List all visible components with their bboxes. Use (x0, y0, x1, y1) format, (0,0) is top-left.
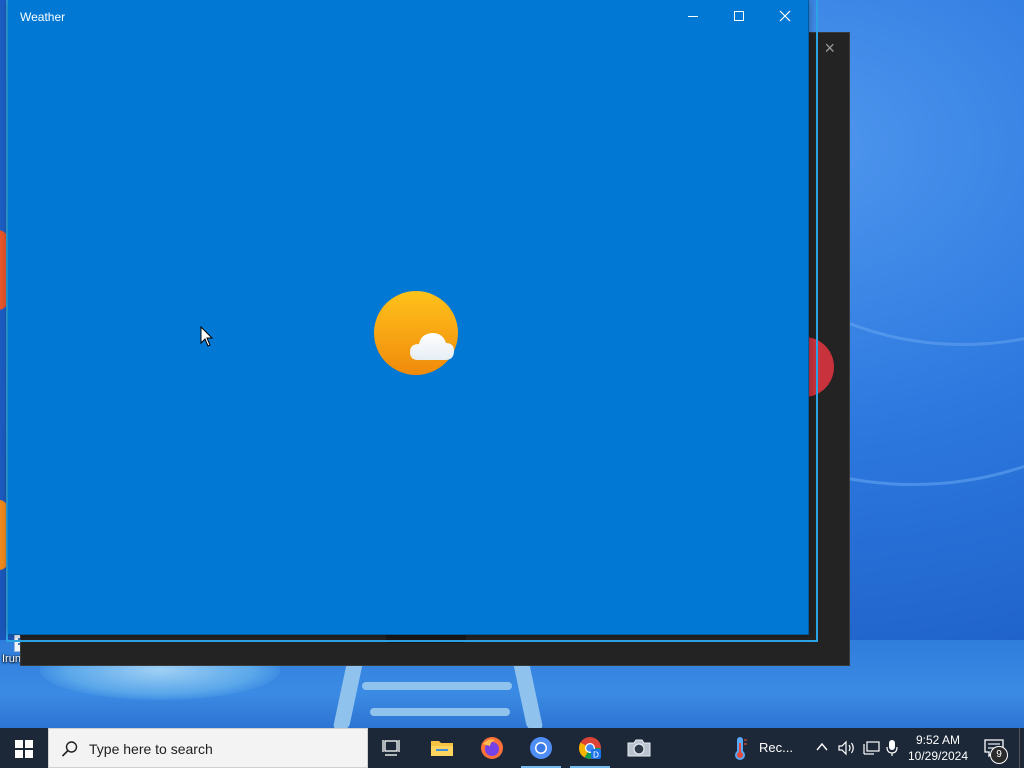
wallpaper-ladder (362, 682, 512, 690)
clock-date: 10/29/2024 (907, 749, 969, 763)
taskbar-firefox[interactable] (468, 728, 516, 768)
maximize-icon (734, 11, 744, 21)
minimize-button[interactable] (670, 0, 716, 32)
taskbar-app-label: Rec... (759, 740, 793, 755)
weather-app-window[interactable]: Weather (8, 0, 809, 635)
taskbar-chrome[interactable]: D (566, 728, 614, 768)
taskbar-file-explorer[interactable] (418, 728, 466, 768)
title-bar[interactable]: Weather (8, 0, 808, 32)
svg-text:D: D (593, 751, 599, 760)
volume-icon[interactable] (838, 740, 856, 756)
taskbar-recording-app[interactable]: Rec... (720, 728, 800, 768)
camera-icon (627, 739, 651, 757)
taskbar-chromium[interactable] (517, 728, 565, 768)
chromium-icon (530, 737, 552, 759)
search-icon (61, 741, 78, 757)
taskbar-camera[interactable] (615, 728, 663, 768)
close-icon (779, 10, 791, 22)
clock-time: 9:52 AM (915, 733, 961, 747)
taskbar-search-box[interactable]: Type here to search (48, 728, 368, 768)
window-title: Weather (20, 10, 66, 24)
taskbar: Type here to search D Rec... 9:52 AM 10/… (0, 728, 1024, 768)
search-placeholder: Type here to search (89, 741, 213, 757)
maximize-button[interactable] (716, 0, 762, 32)
firefox-icon (481, 737, 503, 759)
wallpaper-ladder (370, 708, 510, 716)
network-icon[interactable] (862, 740, 880, 756)
thermometer-icon (735, 737, 747, 760)
task-view-icon (382, 740, 400, 756)
sun-cloud-icon (374, 291, 458, 375)
microphone-icon[interactable] (886, 739, 898, 757)
minimize-icon (688, 16, 698, 17)
chevron-up-icon[interactable] (816, 742, 828, 752)
task-view-button[interactable] (368, 728, 416, 768)
close-button[interactable] (762, 0, 808, 32)
start-button[interactable] (0, 728, 48, 768)
windows-logo-icon (15, 740, 33, 758)
mouse-cursor-icon (200, 326, 214, 347)
background-window-close-button[interactable]: × (824, 39, 835, 57)
chrome-icon: D (579, 737, 601, 760)
taskbar-clock[interactable]: 9:52 AM 10/29/2024 (900, 732, 976, 764)
notification-count-badge: 9 (990, 746, 1008, 764)
show-desktop-button[interactable] (1019, 728, 1024, 768)
folder-icon (431, 741, 453, 756)
